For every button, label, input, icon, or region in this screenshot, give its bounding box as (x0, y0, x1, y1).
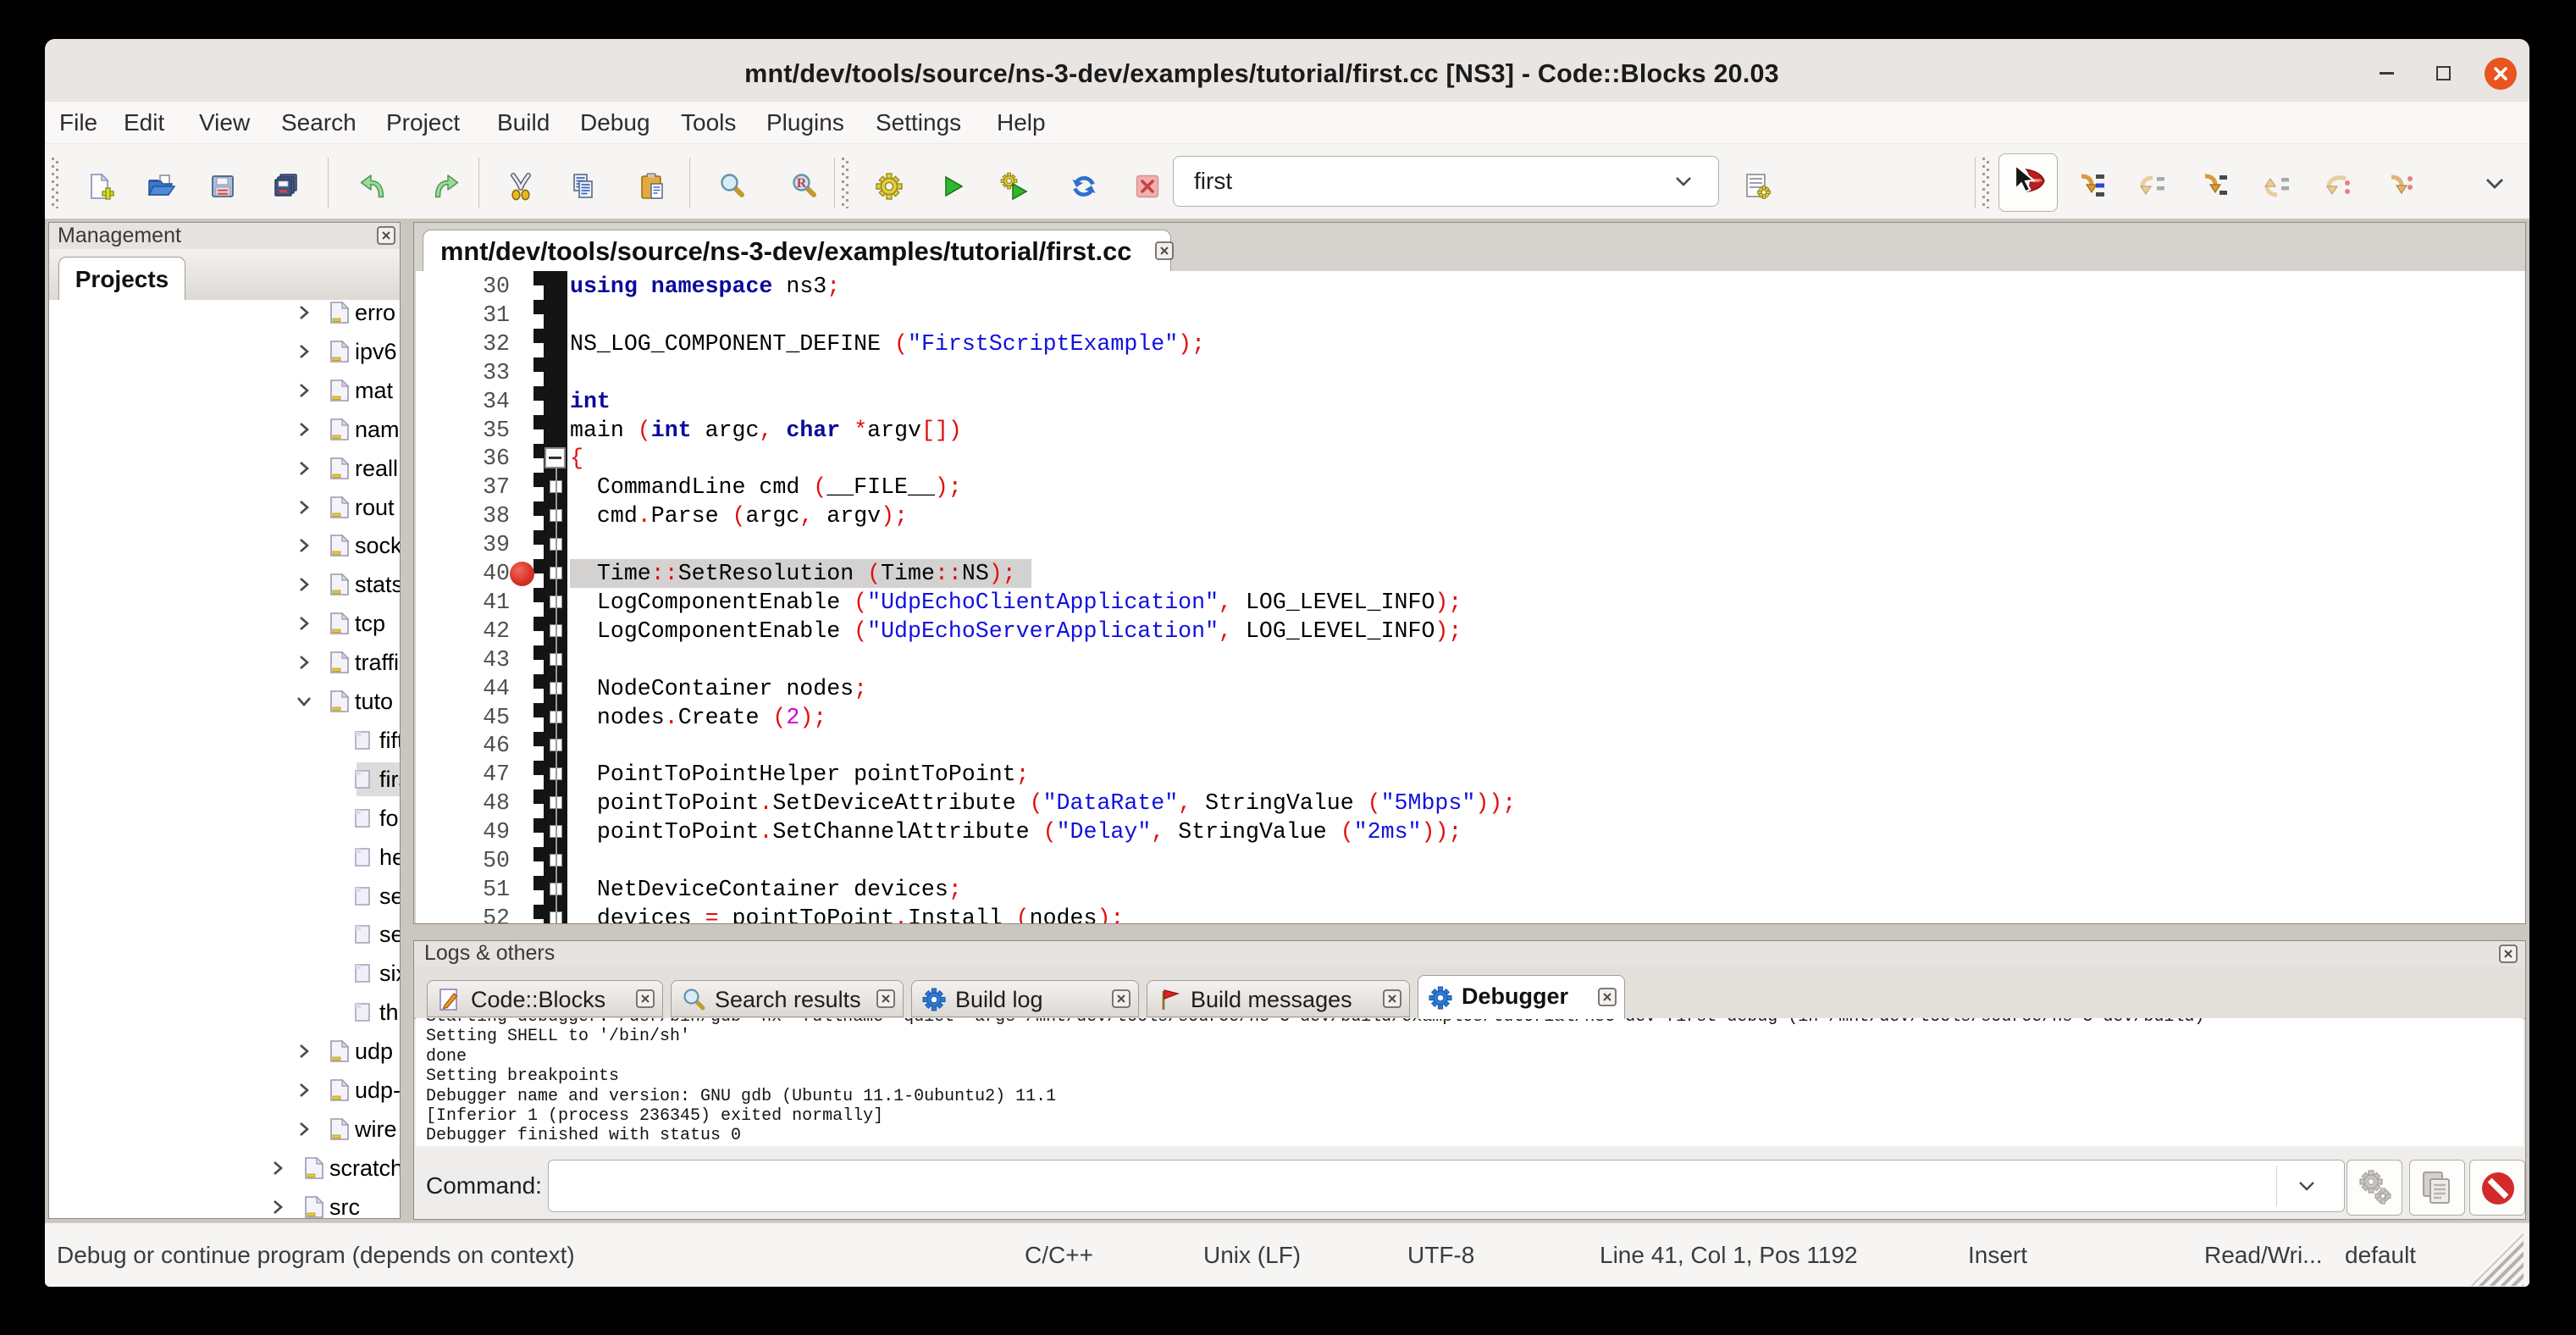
svg-text:R: R (797, 176, 807, 191)
